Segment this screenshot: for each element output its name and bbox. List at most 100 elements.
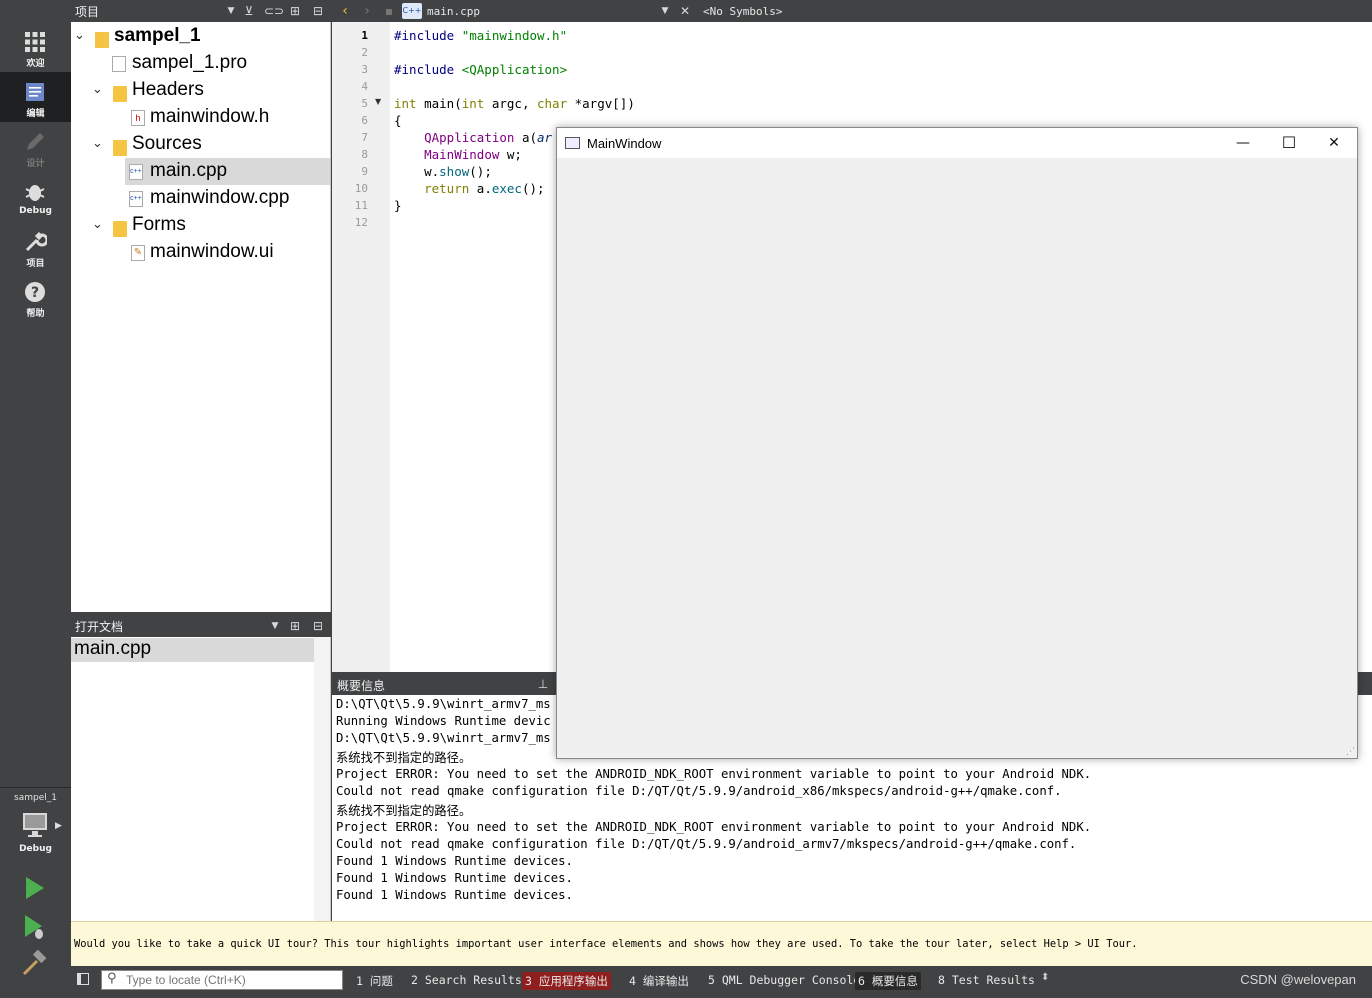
mode-welcome[interactable]: 欢迎 [0,22,71,72]
cpp-file-icon: c++ [129,164,143,180]
search-icon: ⚲ [107,971,117,986]
close-file-icon[interactable]: ✕ [677,3,693,19]
tree-item-mainwindow-ui[interactable]: ✎ mainwindow.ui [71,239,330,266]
output-tab-application-output[interactable]: 3 应用程序输出 [522,972,611,990]
code-line: return a.exec(); [394,181,544,196]
output-tab-general-messages[interactable]: 6 概要信息 [855,972,921,990]
build-button[interactable] [20,948,50,978]
open-documents-list: main.cpp [71,637,331,921]
hammer-icon [22,949,47,976]
close-pane-icon[interactable]: ⊟ [310,618,326,634]
tree-item-label: mainwindow.cpp [150,187,290,208]
maximize-button[interactable]: ☐ [1266,128,1312,158]
help-icon: ? [25,282,45,302]
line-number: 9 [361,165,368,178]
output-line: Found 1 Windows Runtime devices. [336,854,573,868]
output-tab-issues[interactable]: 1 问题 [353,972,396,990]
output-line: 系统找不到指定的路径。 [336,804,472,818]
output-line: Found 1 Windows Runtime devices. [336,888,573,902]
infobar-message: Would you like to take a quick UI tour? … [74,938,1138,950]
mode-debug[interactable]: Debug [0,172,71,222]
tree-item-headers[interactable]: ⌄ Headers [71,77,330,104]
output-tab-test-results[interactable]: 8 Test Results [935,972,1038,988]
code-token: *argv[]) [567,96,635,111]
monitor-icon [23,813,47,837]
tree-item-label: sampel_1 [114,25,201,46]
line-number: 7 [361,131,368,144]
code-line: { [394,113,402,128]
locator[interactable]: ⚲ [101,970,343,990]
tree-item-mainwindow-cpp[interactable]: c++ mainwindow.cpp [71,185,330,212]
line-number-gutter: 1 2 3 4 5 ▼ 6 7 8 9 10 11 12 [332,22,390,672]
split-icon[interactable]: ⊞ [287,3,303,19]
code-token: a. [469,181,492,196]
split-icon[interactable]: ⊞ [287,618,303,634]
line-number: 10 [354,182,368,195]
kit-selector-button[interactable]: ▶ Debug [0,808,71,858]
play-icon [26,877,44,899]
forward-arrow-icon[interactable]: › [359,3,375,19]
up-down-arrow-icon[interactable]: ⬍ [1041,972,1049,983]
chevron-down-icon[interactable]: ▼ [657,3,673,19]
output-tab-compile-output[interactable]: 4 编译输出 [626,972,692,990]
chevron-down-icon[interactable]: ⌄ [74,27,85,43]
chevron-down-icon[interactable]: ⌄ [92,135,103,151]
app-main-window[interactable]: MainWindow — ☐ ✕ ⋰ [556,127,1358,759]
link-icon[interactable]: ⊂⊃ [264,3,284,19]
code-token: char [537,96,568,111]
scrollbar[interactable] [314,637,330,921]
code-token: ar [537,130,553,145]
window-title: MainWindow [587,136,662,151]
close-button[interactable]: ✕ [1311,128,1357,158]
close-pane-icon[interactable]: ⊟ [310,3,326,19]
chevron-down-icon[interactable]: ▼ [223,3,239,19]
tree-item-forms[interactable]: ⌄ Forms [71,212,330,239]
mode-label: 设计 [26,159,45,169]
mode-edit[interactable]: 编辑 [0,72,71,122]
tree-item-main-cpp[interactable]: c++ main.cpp [125,158,330,185]
mode-design[interactable]: 设计 [0,122,71,172]
mode-label: 项目 [26,259,45,269]
window-titlebar[interactable]: MainWindow — ☐ ✕ [557,128,1357,158]
chevron-down-icon[interactable]: ⌄ [92,81,103,97]
open-document-item[interactable]: main.cpp [71,638,314,662]
tree-item-label: mainwindow.h [150,106,270,127]
code-token: return [424,181,470,196]
output-tab-search-results[interactable]: 2 Search Results [408,972,525,988]
chevron-down-icon[interactable]: ▼ [267,618,283,634]
run-button[interactable] [20,873,50,903]
chevron-down-icon[interactable]: ⌄ [92,216,103,232]
toggle-sidebar-icon[interactable] [77,973,89,985]
output-tab-qml-debugger[interactable]: 5 QML Debugger Console [705,972,863,988]
mode-label: 欢迎 [26,59,45,69]
tree-item-label: main.cpp [150,160,228,181]
status-bar: ⚲ 1 问题 2 Search Results 3 应用程序输出 4 编译输出 … [71,966,1372,998]
tree-item-mainwindow-h[interactable]: h mainwindow.h [71,104,330,131]
code-token: w. [394,164,440,179]
fold-arrow-icon[interactable]: ▼ [375,97,381,106]
tree-item-pro-file[interactable]: sampel_1.pro [71,50,330,77]
mode-projects[interactable]: 项目 [0,222,71,272]
mode-help[interactable]: ? 帮助 [0,272,71,322]
locator-input[interactable] [126,972,338,988]
editor-toolbar: ‹ › ▪ C++ main.cpp ▼ ✕ <No Symbols> [331,0,1372,22]
back-arrow-icon[interactable]: ‹ [337,3,353,19]
folder-icon [113,86,127,102]
mode-label: 帮助 [26,309,45,319]
code-line: } [394,198,402,213]
symbols-selector[interactable]: <No Symbols> [703,5,782,18]
clear-output-icon[interactable]: ⊥ [535,676,551,692]
kit-mode-label: Debug [19,844,52,854]
tree-item-project[interactable]: ⌄ sampel_1 [71,23,330,50]
code-line: #include "mainwindow.h" [394,28,567,43]
current-file-name[interactable]: main.cpp [427,5,480,18]
debug-run-button[interactable] [20,912,50,942]
minimize-button[interactable]: — [1220,128,1266,158]
code-line: int main(int argc, char *argv[]) [394,96,635,111]
resize-grip-icon[interactable]: ⋰ [1346,747,1355,757]
folder-icon [113,221,127,237]
tree-item-sources[interactable]: ⌄ Sources [71,131,330,158]
filter-icon[interactable]: ⊻ [241,3,257,19]
